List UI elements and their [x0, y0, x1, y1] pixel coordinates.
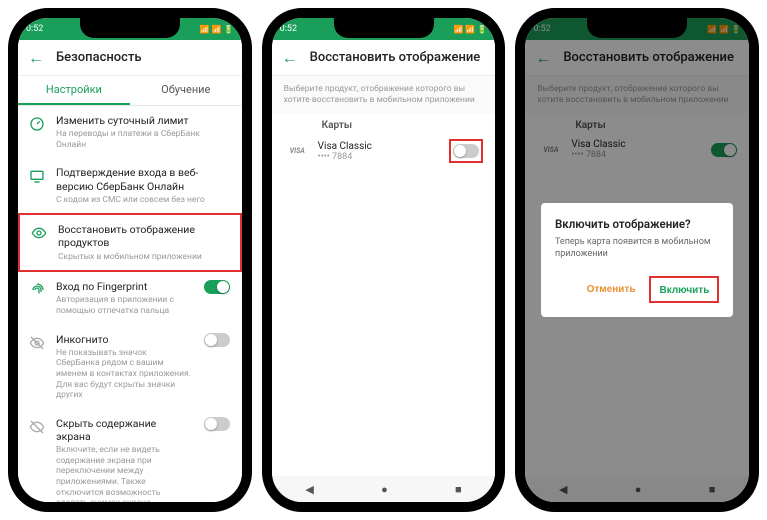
card-number: •••• 7884 [318, 152, 442, 162]
nav-back-icon[interactable]: ◀ [305, 483, 313, 496]
notch [334, 18, 434, 38]
hide-screen-toggle[interactable] [204, 417, 230, 431]
monitor-icon [29, 168, 45, 184]
phone-3: 0:52 📶 📶 🔋 ← Восстановить отображение Вы… [515, 8, 759, 512]
eye-off-icon [29, 335, 45, 351]
toggle-highlight [449, 139, 483, 163]
settings-list: Изменить суточный лимит На переводы и пл… [18, 106, 242, 502]
dialog-actions: Отменить Включить [555, 276, 719, 303]
dialog-title: Включить отображение? [555, 217, 719, 231]
fingerprint-icon [29, 282, 45, 298]
eye-icon [31, 225, 47, 241]
incognito-toggle[interactable] [204, 333, 230, 347]
row-restore-products[interactable]: Восстановить отображение продуктов Скрыт… [18, 213, 242, 272]
row-title: Инкогнито [56, 333, 192, 346]
status-icons: 📶 📶 🔋 [200, 25, 234, 34]
row-daily-limit[interactable]: Изменить суточный лимит На переводы и пл… [18, 106, 242, 158]
shield-icon [29, 419, 45, 435]
card-visibility-toggle[interactable] [453, 144, 479, 158]
row-fingerprint[interactable]: Вход по Fingerprint Авторизация в прилож… [18, 272, 242, 324]
app-bar: ← Восстановить отображение [272, 40, 496, 76]
confirm-dialog: Включить отображение? Теперь карта появи… [541, 203, 733, 317]
android-navbar: ◀ ● ■ [272, 476, 496, 502]
row-web-confirm[interactable]: Подтверждение входа в веб-версию СберБан… [18, 158, 242, 213]
row-sub: Включите, если не видеть содержание экра… [56, 445, 192, 502]
tabs: Настройки Обучение [18, 76, 242, 106]
section-cards: Карты [272, 114, 496, 133]
row-incognito[interactable]: Инкогнито Не показывать значок СберБанка… [18, 325, 242, 409]
page-title: Восстановить отображение [310, 50, 481, 65]
row-title: Подтверждение входа в веб-версию СберБан… [56, 166, 232, 192]
notch [587, 18, 687, 38]
status-time: 0:52 [280, 24, 297, 34]
visa-icon: VISA [290, 147, 310, 155]
confirm-button[interactable]: Включить [651, 280, 717, 301]
row-title: Изменить суточный лимит [56, 114, 232, 127]
back-icon[interactable]: ← [28, 48, 44, 68]
row-sub: Авторизация в приложении с помощью отпеч… [56, 295, 192, 316]
status-icons: 📶 📶 🔋 [453, 25, 487, 34]
row-sub: Не показывать значок СберБанка рядом с в… [56, 348, 192, 401]
gauge-icon [29, 116, 45, 132]
tab-learn[interactable]: Обучение [130, 76, 242, 105]
fingerprint-toggle[interactable] [204, 280, 230, 294]
back-icon[interactable]: ← [282, 48, 298, 68]
row-title: Вход по Fingerprint [56, 280, 192, 293]
cancel-button[interactable]: Отменить [579, 276, 644, 303]
card-row[interactable]: VISA Visa Classic •••• 7884 [272, 133, 496, 169]
app-bar: ← Безопасность [18, 40, 242, 76]
row-sub: На переводы и платежи в СберБанк Онлайн [56, 129, 232, 150]
row-sub: Скрытых в мобильном приложении [58, 252, 230, 263]
status-time: 0:52 [26, 24, 43, 34]
nav-home-icon[interactable]: ● [381, 483, 388, 496]
nav-recent-icon[interactable]: ■ [455, 483, 462, 496]
confirm-highlight: Включить [649, 276, 719, 303]
row-title: Скрыть содержание экрана [56, 417, 192, 443]
restore-content: Выберите продукт, отображение которого в… [272, 76, 496, 476]
phone-2: 0:52 📶 📶 🔋 ← Восстановить отображение Вы… [262, 8, 506, 512]
tab-settings[interactable]: Настройки [18, 76, 130, 105]
row-sub: С кодом из СМС или совсем без него [56, 195, 232, 206]
row-title: Восстановить отображение продуктов [58, 223, 230, 249]
dialog-message: Теперь карта появится в мобильном прилож… [555, 237, 719, 260]
instruction-text: Выберите продукт, отображение которого в… [272, 76, 496, 114]
page-title: Безопасность [56, 50, 142, 65]
card-name: Visa Classic [318, 141, 442, 152]
modal-overlay[interactable]: Включить отображение? Теперь карта появи… [525, 18, 749, 502]
row-hide-screen[interactable]: Скрыть содержание экрана Включите, если … [18, 409, 242, 502]
phone-1: 0:52 📶 📶 🔋 ← Безопасность Настройки Обуч… [8, 8, 252, 512]
notch [80, 18, 180, 38]
